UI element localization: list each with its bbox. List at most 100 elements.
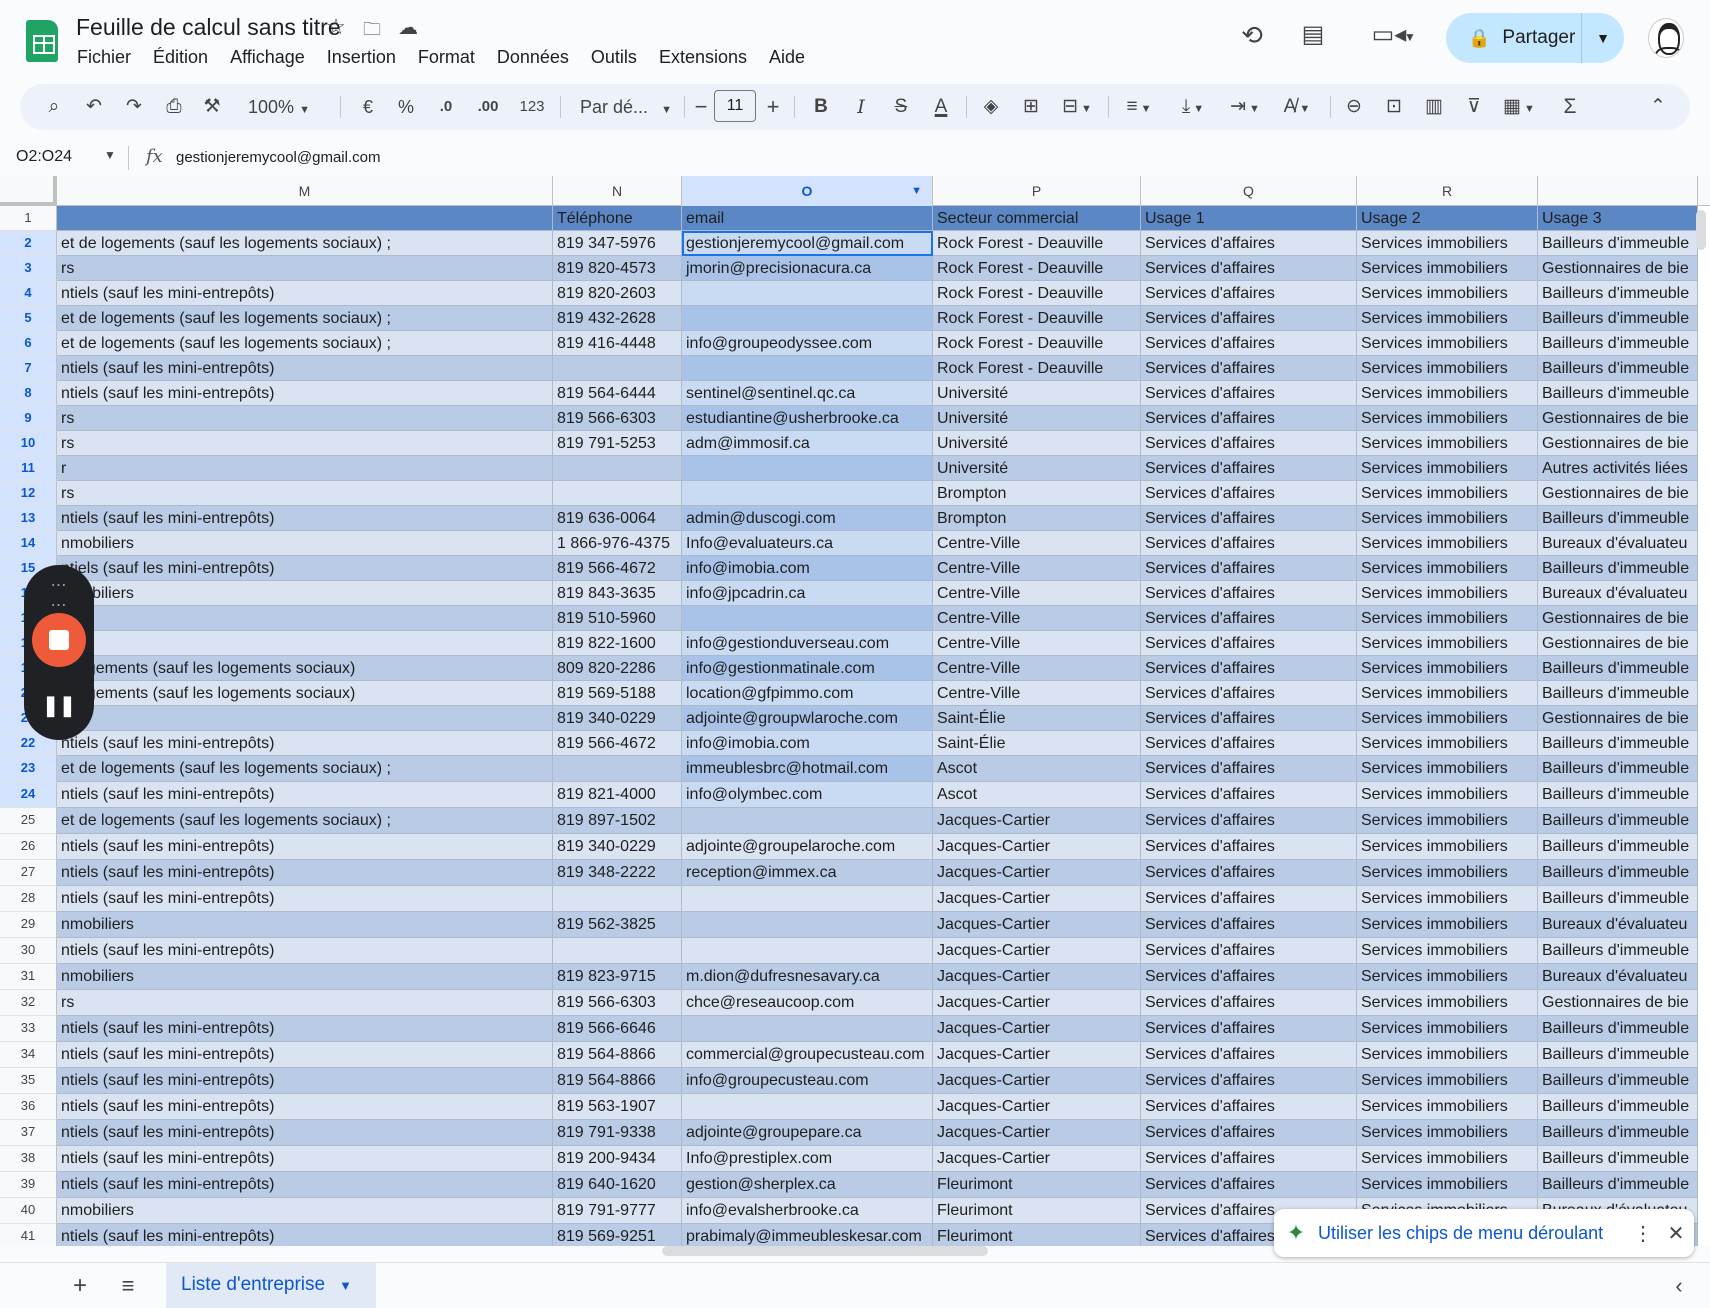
cell-m[interactable]: e logements (sauf les logements sociaux) [57, 656, 553, 681]
cell-n[interactable]: 819 820-4573 [553, 256, 682, 281]
cell-s[interactable]: Bailleurs d'immeuble [1538, 886, 1698, 912]
cell-o[interactable]: info@groupeodyssee.com [682, 331, 933, 356]
cell-s[interactable]: Bailleurs d'immeuble [1538, 938, 1698, 964]
cell-q[interactable]: Services d'affaires [1141, 1016, 1357, 1042]
cell-n[interactable]: 819 566-6303 [553, 406, 682, 431]
row-header[interactable]: 34 [0, 1042, 57, 1068]
cell-n[interactable]: 1 866-976-4375 [553, 531, 682, 556]
cell-m[interactable]: rs [57, 406, 553, 431]
cell-r[interactable]: Services immobiliers [1357, 860, 1538, 886]
percent-button[interactable]: % [392, 84, 420, 130]
cell-p[interactable]: Brompton [933, 481, 1141, 506]
cell-s[interactable]: Bureaux d'évaluateu [1538, 964, 1698, 990]
cell-q[interactable]: Services d'affaires [1141, 456, 1357, 481]
row-header[interactable]: 4 [0, 281, 57, 306]
cell-n[interactable]: 819 791-5253 [553, 431, 682, 456]
cell-r[interactable]: Services immobiliers [1357, 782, 1538, 808]
cell-s[interactable]: Bailleurs d'immeuble [1538, 656, 1698, 681]
zoom-select[interactable]: 100% ▼ [242, 84, 316, 130]
cell-m[interactable]: ntiels (sauf les mini-entrepôts) [57, 556, 553, 581]
cell-m[interactable] [57, 206, 553, 231]
cell-p[interactable]: Jacques-Cartier [933, 834, 1141, 860]
cell-s[interactable]: Gestionnaires de bie [1538, 706, 1698, 731]
row-header[interactable]: 37 [0, 1120, 57, 1146]
row-header[interactable]: 39 [0, 1172, 57, 1198]
column-menu-caret-icon[interactable]: ▼ [911, 176, 922, 206]
menu-insertion[interactable]: Insertion [316, 44, 407, 72]
cell-n[interactable]: 819 791-9338 [553, 1120, 682, 1146]
font-select[interactable]: Par dé... ▼ [572, 84, 678, 130]
cell-r[interactable]: Services immobiliers [1357, 281, 1538, 306]
horizontal-scrollbar[interactable] [662, 1246, 988, 1256]
cell-n[interactable]: 819 566-4672 [553, 731, 682, 756]
cell-m[interactable]: nmobiliers [57, 581, 553, 606]
cell-o[interactable]: info@jpcadrin.ca [682, 581, 933, 606]
cell-q[interactable]: Services d'affaires [1141, 556, 1357, 581]
cell-p[interactable]: Université [933, 456, 1141, 481]
cell-o[interactable] [682, 456, 933, 481]
row-header[interactable]: 8 [0, 381, 57, 406]
cell-o[interactable]: info@imobia.com [682, 731, 933, 756]
cell-q[interactable]: Services d'affaires [1141, 860, 1357, 886]
cell-s[interactable]: Bailleurs d'immeuble [1538, 834, 1698, 860]
cell-o[interactable]: Info@evaluateurs.ca [682, 531, 933, 556]
cell-m[interactable]: ntiels (sauf les mini-entrepôts) [57, 860, 553, 886]
row-header[interactable]: 33 [0, 1016, 57, 1042]
cell-p[interactable]: Jacques-Cartier [933, 938, 1141, 964]
cell-m[interactable]: r [57, 456, 553, 481]
cell-r[interactable]: Services immobiliers [1357, 406, 1538, 431]
cell-q[interactable]: Services d'affaires [1141, 681, 1357, 706]
menu-aide[interactable]: Aide [758, 44, 816, 72]
close-icon[interactable]: ✕ [1658, 1221, 1694, 1246]
cell-o[interactable]: adm@immosif.ca [682, 431, 933, 456]
cell-o[interactable]: info@evalsherbrooke.ca [682, 1198, 933, 1224]
cell-s[interactable]: Bureaux d'évaluateu [1538, 531, 1698, 556]
cell-s[interactable]: Gestionnaires de bie [1538, 256, 1698, 281]
cell-n[interactable] [553, 756, 682, 782]
cell-m[interactable]: ntiels (sauf les mini-entrepôts) [57, 356, 553, 381]
column-header-n[interactable]: N [553, 176, 682, 206]
cell-s[interactable]: Bailleurs d'immeuble [1538, 860, 1698, 886]
row-header[interactable]: 29 [0, 912, 57, 938]
cell-r[interactable]: Services immobiliers [1357, 681, 1538, 706]
row-header[interactable]: 10 [0, 431, 57, 456]
row-header[interactable]: 14 [0, 531, 57, 556]
cell-m[interactable]: ntiels (sauf les mini-entrepôts) [57, 1068, 553, 1094]
use-dropdown-chips-button[interactable]: Utiliser les chips de menu déroulant [1318, 1223, 1628, 1244]
cell-n[interactable]: 819 564-8866 [553, 1042, 682, 1068]
cell-o[interactable]: admin@duscogi.com [682, 506, 933, 531]
cell-m[interactable]: nmobiliers [57, 531, 553, 556]
cell-n[interactable]: 819 822-1600 [553, 631, 682, 656]
stop-recording-button[interactable] [32, 613, 86, 667]
cell-o[interactable] [682, 356, 933, 381]
cell-p[interactable]: Fleurimont [933, 1172, 1141, 1198]
cell-s[interactable]: Gestionnaires de bie [1538, 481, 1698, 506]
cell-m[interactable]: nmobiliers [57, 1198, 553, 1224]
cell-p[interactable]: Jacques-Cartier [933, 1016, 1141, 1042]
row-header[interactable]: 31 [0, 964, 57, 990]
cell-r[interactable]: Services immobiliers [1357, 631, 1538, 656]
cell-p[interactable]: Ascot [933, 756, 1141, 782]
row-header[interactable]: 40 [0, 1198, 57, 1224]
cell-q[interactable]: Services d'affaires [1141, 281, 1357, 306]
cell-m[interactable] [57, 606, 553, 631]
cell-p[interactable]: Secteur commercial [933, 206, 1141, 231]
cell-o[interactable]: gestion@sherplex.ca [682, 1172, 933, 1198]
cell-m[interactable]: ; et de logements (sauf les logements so… [57, 331, 553, 356]
menu-format[interactable]: Format [407, 44, 486, 72]
row-header[interactable]: 13 [0, 506, 57, 531]
row-header[interactable]: 23 [0, 756, 57, 782]
cell-r[interactable]: Services immobiliers [1357, 886, 1538, 912]
add-sheet-icon[interactable]: + [64, 1263, 96, 1308]
cell-m[interactable]: ntiels (sauf les mini-entrepôts) [57, 1120, 553, 1146]
cell-p[interactable]: Jacques-Cartier [933, 1094, 1141, 1120]
cell-n[interactable]: 809 820-2286 [553, 656, 682, 681]
cell-q[interactable]: Services d'affaires [1141, 731, 1357, 756]
cell-m[interactable]: nmobiliers [57, 964, 553, 990]
cell-m[interactable]: ; et de logements (sauf les logements so… [57, 808, 553, 834]
filter-icon[interactable]: ⊽ [1458, 84, 1490, 130]
cell-n[interactable]: 819 563-1907 [553, 1094, 682, 1120]
row-header[interactable]: 2 [0, 231, 57, 256]
cell-r[interactable]: Services immobiliers [1357, 912, 1538, 938]
cell-n[interactable]: 819 897-1502 [553, 808, 682, 834]
